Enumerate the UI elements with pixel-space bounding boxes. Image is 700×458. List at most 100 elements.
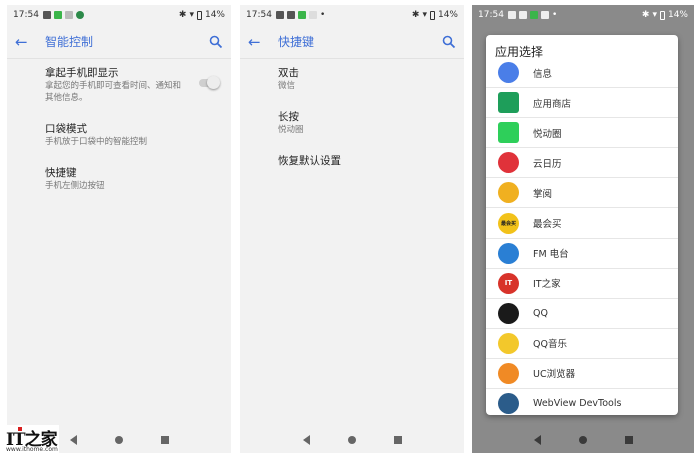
setting-title: 口袋模式 xyxy=(45,123,87,135)
setting-subtitle: 手机左侧边按钮 xyxy=(45,181,105,191)
screen-shortcut-key: 17:54 • ✱ ▾ 14% ← 快捷键 双击 微信 长按 悦动圈 恢复默认设… xyxy=(240,5,464,453)
app-name: WebView DevTools xyxy=(533,398,622,410)
setting-subtitle: 其他信息。 xyxy=(45,93,88,103)
setting-pocket-mode[interactable]: 口袋模式 手机放于口袋中的智能控制 xyxy=(7,117,231,154)
app-name: QQ xyxy=(533,307,548,319)
ithome-icon: IT xyxy=(498,272,519,294)
message-icon xyxy=(498,62,519,84)
nav-back-icon[interactable] xyxy=(69,435,77,445)
app-name: IT之家 xyxy=(533,279,561,291)
nav-back-icon[interactable] xyxy=(533,435,541,445)
devtools-icon xyxy=(498,393,519,415)
app-notification-icon xyxy=(64,11,73,19)
status-bar: 17:54 ✱ ▾ 14% xyxy=(7,5,231,25)
setting-long-press[interactable]: 长按 悦动圈 xyxy=(240,105,464,142)
wifi-icon: ▾ xyxy=(422,10,427,20)
bluetooth-icon: ✱ xyxy=(411,10,420,20)
search-icon[interactable] xyxy=(209,35,223,49)
more-notifications-icon: • xyxy=(551,10,558,20)
app-name: UC浏览器 xyxy=(533,369,576,381)
notification-icon xyxy=(507,11,516,19)
app-list-item[interactable]: IT IT之家 xyxy=(486,269,678,299)
nav-home-icon[interactable] xyxy=(114,436,123,444)
more-notifications-icon: • xyxy=(319,10,326,20)
calendar-icon xyxy=(498,152,519,174)
app-name: 云日历 xyxy=(533,158,562,170)
app-notification-icon xyxy=(297,11,306,19)
battery-level: 14% xyxy=(204,10,225,20)
app-notification-icon xyxy=(308,11,317,19)
setting-title: 拿起手机即显示 xyxy=(45,67,119,79)
zhangyue-icon xyxy=(498,182,519,204)
app-list-item[interactable]: WebView DevTools xyxy=(486,389,678,415)
notification-icon xyxy=(518,11,527,19)
app-name: 应用商店 xyxy=(533,98,572,110)
app-bar: ← 快捷键 xyxy=(240,25,464,59)
setting-title: 恢复默认设置 xyxy=(278,155,341,167)
back-arrow-icon[interactable]: ← xyxy=(15,33,41,51)
app-selection-dialog: 应用选择 信息 应用商店 悦动圈 云日历 掌阅 最会买 最会买 FM 电台 IT IT之家 QQ QQ… xyxy=(486,35,678,415)
app-list-item[interactable]: QQ音乐 xyxy=(486,329,678,359)
status-bar: 17:54 • ✱ ▾ 14% xyxy=(472,5,694,25)
app-list-item[interactable]: 掌阅 xyxy=(486,178,678,209)
settings-list: 拿起手机即显示 拿起您的手机即可查看时间、通知和 其他信息。 口袋模式 手机放于… xyxy=(7,61,231,205)
app-list-item[interactable]: FM 电台 xyxy=(486,239,678,269)
app-list-item[interactable]: 最会买 最会买 xyxy=(486,208,678,239)
screen-smart-control: 17:54 ✱ ▾ 14% ← 智能控制 拿起手机即显示 拿起您的手机即可查看时… xyxy=(7,5,231,453)
zuihuimai-icon: 最会买 xyxy=(498,212,519,234)
nav-back-icon[interactable] xyxy=(302,435,310,445)
nav-bar xyxy=(240,427,464,453)
setting-subtitle: 悦动圈 xyxy=(278,125,304,135)
qq-icon xyxy=(498,302,519,324)
app-list: 信息应用商店悦动圈云日历掌阅最会买 最会买 FM 电台 IT IT之家 QQ QQ音乐 UC浏… xyxy=(486,58,678,415)
notification-icon xyxy=(275,11,284,19)
bluetooth-icon: ✱ xyxy=(641,10,650,20)
app-list-item[interactable]: QQ xyxy=(486,299,678,329)
app-notification-icon xyxy=(53,11,62,19)
setting-subtitle: 拿起您的手机即可查看时间、通知和 xyxy=(45,81,182,91)
setting-lift-to-wake[interactable]: 拿起手机即显示 拿起您的手机即可查看时间、通知和 其他信息。 xyxy=(7,61,231,110)
setting-shortcut-key[interactable]: 快捷键 手机左侧边按钮 xyxy=(7,161,231,198)
app-list-item[interactable]: 云日历 xyxy=(486,148,678,179)
logo-url: www.ithome.com xyxy=(6,446,58,453)
app-name: 信息 xyxy=(533,68,553,80)
search-icon[interactable] xyxy=(442,35,456,49)
setting-title: 长按 xyxy=(278,111,299,123)
back-arrow-icon[interactable]: ← xyxy=(248,33,274,51)
logo-accent xyxy=(18,427,22,431)
radio-icon xyxy=(498,242,519,264)
app-list-item[interactable]: 信息 xyxy=(486,58,678,89)
battery-icon xyxy=(659,10,665,20)
settings-list: 双击 微信 长按 悦动圈 恢复默认设置 xyxy=(240,61,464,181)
nav-recents-icon[interactable] xyxy=(624,436,633,444)
status-bar: 17:54 • ✱ ▾ 14% xyxy=(240,5,464,25)
nav-home-icon[interactable] xyxy=(578,436,587,444)
app-name: 最会买 xyxy=(533,219,562,231)
setting-subtitle: 手机放于口袋中的智能控制 xyxy=(45,137,148,147)
app-notification-icon xyxy=(540,11,549,19)
setting-restore-defaults[interactable]: 恢复默认设置 xyxy=(240,149,464,174)
setting-double-click[interactable]: 双击 微信 xyxy=(240,61,464,98)
app-name: FM 电台 xyxy=(533,249,569,261)
toggle-switch[interactable] xyxy=(199,76,220,89)
uc-icon xyxy=(498,362,519,384)
app-list-item[interactable]: 悦动圈 xyxy=(486,118,678,149)
setting-subtitle: 微信 xyxy=(278,81,296,91)
nav-recents-icon[interactable] xyxy=(393,436,402,444)
bluetooth-icon: ✱ xyxy=(178,10,187,20)
battery-icon xyxy=(429,10,435,20)
setting-title: 双击 xyxy=(278,67,299,79)
nav-recents-icon[interactable] xyxy=(160,436,169,444)
app-bar: ← 智能控制 xyxy=(7,25,231,59)
app-name: 掌阅 xyxy=(533,188,553,200)
app-name: 悦动圈 xyxy=(533,128,562,140)
app-notification-icon xyxy=(75,11,84,19)
battery-icon xyxy=(196,10,202,20)
qqmusic-icon xyxy=(498,332,519,354)
wifi-icon: ▾ xyxy=(189,10,194,20)
notification-icon xyxy=(286,11,295,19)
nav-home-icon[interactable] xyxy=(347,436,356,444)
page-title: 快捷键 xyxy=(278,35,315,49)
app-list-item[interactable]: UC浏览器 xyxy=(486,359,678,390)
app-list-item[interactable]: 应用商店 xyxy=(486,88,678,119)
